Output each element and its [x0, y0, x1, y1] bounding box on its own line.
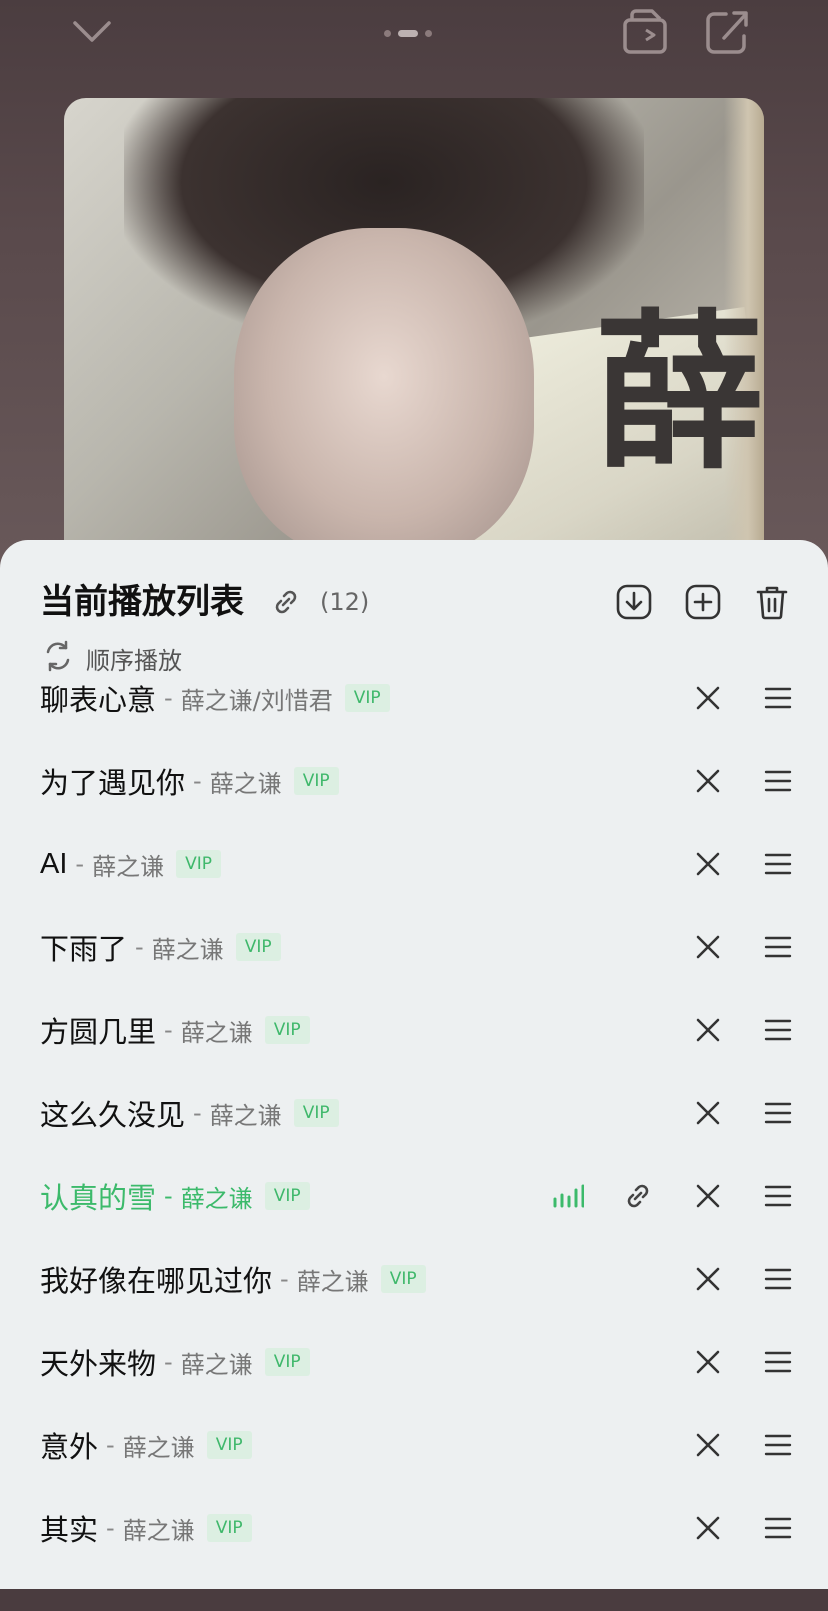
song-title: AI	[40, 847, 68, 880]
close-icon[interactable]	[686, 1340, 730, 1384]
song-separator: -	[164, 1348, 173, 1376]
close-icon[interactable]	[686, 759, 730, 803]
song-separator: -	[75, 850, 85, 878]
trash-icon[interactable]	[750, 580, 794, 624]
album-overlay-text: 薛	[594, 293, 764, 493]
vip-badge: VIP	[206, 1514, 252, 1542]
song-separator: -	[164, 684, 173, 712]
page-indicator	[384, 28, 444, 38]
close-icon[interactable]	[686, 1506, 730, 1550]
album-cover[interactable]: 薛	[64, 98, 764, 568]
drag-handle-icon[interactable]	[756, 759, 800, 803]
page-dot	[425, 29, 432, 37]
song-artist: 薛之谦	[180, 1184, 253, 1213]
close-icon[interactable]	[686, 1257, 730, 1301]
vip-badge: VIP	[264, 1182, 310, 1210]
song-artist: 薛之谦	[180, 1018, 253, 1047]
song-title: 为了遇见你	[40, 768, 186, 800]
drag-handle-icon[interactable]	[756, 925, 800, 969]
drag-handle-icon[interactable]	[756, 676, 800, 720]
song-title: 方圆几里	[40, 1017, 157, 1049]
page-dot	[384, 29, 391, 37]
play-mode-label: 顺序播放	[86, 646, 182, 675]
vip-badge: VIP	[293, 1099, 339, 1127]
player-top-bar	[0, 0, 828, 70]
song-list: 聊表心意 - 薛之谦/刘惜君 VIP 为了遇见你 - 薛之谦 VIP AI - 薛之谦 VIP 下雨了 -…	[0, 684, 828, 1611]
vip-badge: VIP	[206, 1431, 252, 1459]
song-artist: 薛之谦	[296, 1267, 369, 1296]
download-icon[interactable]	[612, 580, 656, 624]
vip-badge: VIP	[176, 850, 221, 878]
chevron-down-icon[interactable]	[64, 10, 120, 54]
close-icon[interactable]	[686, 1091, 730, 1135]
song-separator: -	[106, 1431, 115, 1459]
song-row[interactable]: 其实 - 薛之谦 VIP	[0, 1514, 828, 1611]
vip-badge: VIP	[380, 1265, 426, 1293]
song-title: 我好像在哪见过你	[40, 1266, 273, 1298]
album-art-shape	[234, 228, 534, 558]
vip-badge: VIP	[235, 933, 281, 961]
song-artist: 薛之谦	[122, 1433, 195, 1462]
drag-handle-icon[interactable]	[756, 1506, 800, 1550]
playlist-title: 当前播放列表	[40, 583, 244, 621]
drag-handle-icon[interactable]	[756, 842, 800, 886]
drag-handle-icon[interactable]	[756, 1091, 800, 1135]
vip-badge: VIP	[264, 1016, 310, 1044]
song-title: 下雨了	[40, 934, 128, 966]
song-separator: -	[164, 1016, 173, 1044]
drag-handle-icon[interactable]	[756, 1423, 800, 1467]
repeat-icon	[40, 638, 76, 678]
vip-badge: VIP	[264, 1348, 310, 1376]
page-dot-active	[398, 29, 418, 37]
song-artist: 薛之谦	[209, 1101, 282, 1130]
song-separator: -	[193, 1099, 202, 1127]
song-artist: 薛之谦	[151, 935, 224, 964]
song-separator: -	[193, 767, 202, 795]
screen-rotate-icon[interactable]	[620, 6, 670, 58]
song-separator: -	[106, 1514, 115, 1542]
song-title: 天外来物	[40, 1349, 157, 1381]
song-title: 这么久没见	[40, 1100, 186, 1132]
drag-handle-icon[interactable]	[756, 1257, 800, 1301]
song-title: 聊表心意	[40, 685, 157, 717]
link-icon[interactable]	[270, 586, 302, 618]
song-separator: -	[164, 1182, 173, 1210]
song-artist: 薛之谦	[92, 852, 165, 881]
close-icon[interactable]	[686, 676, 730, 720]
song-artist: 薛之谦/刘惜君	[180, 686, 333, 715]
song-separator: -	[280, 1265, 289, 1293]
drag-handle-icon[interactable]	[756, 1340, 800, 1384]
share-icon[interactable]	[702, 6, 752, 58]
vip-badge: VIP	[293, 767, 339, 795]
song-title: 其实	[40, 1515, 99, 1547]
play-mode-toggle[interactable]: 顺序播放	[40, 638, 340, 678]
close-icon[interactable]	[686, 1423, 730, 1467]
close-icon[interactable]	[686, 1174, 730, 1218]
song-title: 意外	[40, 1432, 99, 1464]
close-icon[interactable]	[686, 1008, 730, 1052]
add-icon[interactable]	[681, 580, 725, 624]
playlist-header: 当前播放列表 (12)	[40, 580, 800, 630]
song-separator: -	[135, 933, 144, 961]
playlist-count: (12)	[320, 588, 370, 616]
drag-handle-icon[interactable]	[756, 1008, 800, 1052]
link-icon[interactable]	[616, 1174, 660, 1218]
close-icon[interactable]	[686, 925, 730, 969]
playlist-sheet: 当前播放列表 (12) 顺序播放 聊表心意 - 薛之谦/刘惜君 VIP 为了遇见…	[0, 540, 828, 1589]
close-icon[interactable]	[686, 842, 730, 886]
drag-handle-icon[interactable]	[756, 1174, 800, 1218]
song-artist: 薛之谦	[122, 1516, 195, 1545]
equalizer-icon	[546, 1174, 590, 1218]
song-artist: 薛之谦	[209, 769, 282, 798]
song-title: 认真的雪	[40, 1183, 157, 1215]
vip-badge: VIP	[344, 684, 390, 712]
song-artist: 薛之谦	[180, 1350, 253, 1379]
